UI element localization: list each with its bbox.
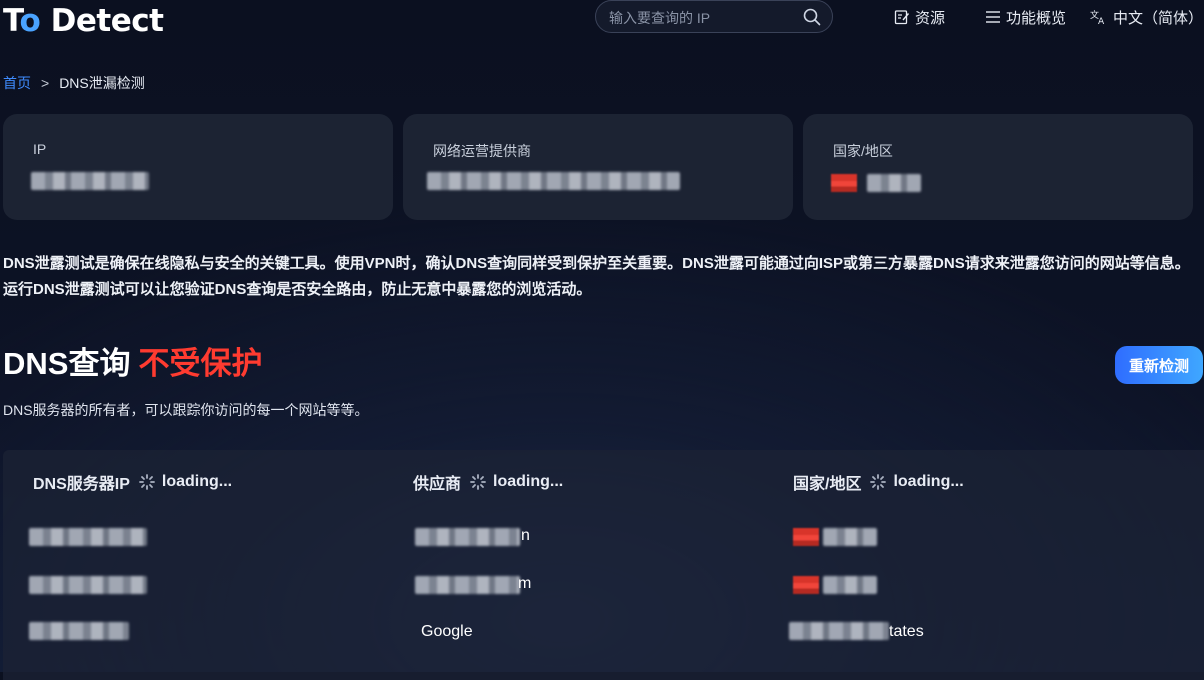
logo-text-o: o bbox=[19, 3, 41, 39]
ip-search-box bbox=[595, 0, 833, 33]
ip-search-input[interactable] bbox=[607, 7, 801, 29]
column-label: 供应商 bbox=[413, 476, 462, 493]
dns-ip-redacted bbox=[29, 576, 147, 594]
column-loading-text: loading... bbox=[493, 473, 564, 490]
country-redacted bbox=[823, 576, 877, 594]
dns-ip-redacted bbox=[29, 528, 147, 546]
country-card-label: 国家/地区 bbox=[833, 143, 893, 159]
edit-document-icon bbox=[894, 10, 910, 25]
menu-lines-icon bbox=[986, 11, 1000, 23]
country-redacted bbox=[823, 528, 877, 546]
status-verdict: 不受保护 bbox=[138, 346, 263, 381]
country-redacted bbox=[789, 622, 889, 640]
country-value-redacted bbox=[867, 174, 921, 192]
language-switcher[interactable]: 文 A 中文（简体） bbox=[1090, 6, 1203, 28]
provider-redacted bbox=[415, 576, 520, 594]
provider-text: n bbox=[521, 527, 530, 544]
column-loading-text: loading... bbox=[161, 473, 233, 490]
isp-value-redacted bbox=[427, 172, 680, 190]
search-icon[interactable] bbox=[803, 8, 821, 26]
nav-features[interactable]: 功能概览 bbox=[985, 6, 1066, 28]
status-subtitle: DNS服务器的所有者，可以跟踪你访问的每一个网站等等。 bbox=[3, 402, 369, 418]
column-header-provider: 供应商 loading... bbox=[413, 470, 563, 494]
isp-card: 网络运营提供商 bbox=[403, 114, 793, 220]
breadcrumb-home-link[interactable]: 首页 bbox=[3, 73, 31, 93]
svg-text:A: A bbox=[1098, 17, 1105, 25]
loading-spinner-icon bbox=[870, 474, 887, 490]
language-label: 中文（简体） bbox=[1113, 9, 1204, 27]
provider-text: m bbox=[518, 575, 532, 592]
country-text: tates bbox=[889, 623, 924, 640]
dns-status-title: DNS查询 不受保护 bbox=[3, 343, 262, 385]
ip-value-redacted bbox=[31, 172, 149, 190]
logo-text-t: T bbox=[3, 3, 20, 39]
column-label: DNS服务器IP bbox=[33, 476, 130, 493]
loading-spinner-icon bbox=[470, 474, 486, 490]
column-header-dns-server-ip: DNS服务器IP loading... bbox=[33, 470, 232, 494]
status-prefix: DNS查询 bbox=[3, 346, 131, 381]
retest-button[interactable]: 重新检测 bbox=[1115, 346, 1203, 384]
country-flag-icon bbox=[793, 576, 819, 594]
breadcrumb-current: DNS泄漏检测 bbox=[59, 75, 145, 91]
logo-text-detect: Detect bbox=[40, 3, 164, 39]
breadcrumb: 首页 > DNS泄漏检测 bbox=[3, 73, 145, 93]
translate-icon: 文 A bbox=[1090, 9, 1105, 25]
column-loading-text: loading... bbox=[893, 473, 964, 490]
country-flag-icon bbox=[831, 174, 857, 192]
country-flag-icon bbox=[793, 528, 819, 546]
ip-card: IP bbox=[3, 114, 393, 220]
dns-leak-description: DNS泄露测试是确保在线隐私与安全的关键工具。使用VPN时，确认DNS查询同样受… bbox=[3, 255, 1190, 298]
country-card: 国家/地区 bbox=[803, 114, 1193, 220]
breadcrumb-separator: > bbox=[41, 75, 50, 91]
nav-features-label: 功能概览 bbox=[1006, 9, 1067, 27]
nav-resources-label: 资源 bbox=[915, 9, 946, 27]
nav-resources[interactable]: 资源 bbox=[894, 6, 945, 28]
ip-card-label: IP bbox=[33, 141, 47, 157]
loading-spinner-icon bbox=[139, 474, 155, 490]
column-header-country: 国家/地区 loading... bbox=[793, 470, 964, 494]
column-label: 国家/地区 bbox=[793, 476, 862, 493]
provider-redacted bbox=[415, 528, 520, 546]
dns-ip-redacted bbox=[29, 622, 129, 640]
isp-card-label: 网络运营提供商 bbox=[433, 143, 531, 159]
dns-server-table: DNS服务器IP loading... 供应商 loading... 国家/地区 bbox=[3, 450, 1204, 680]
logo[interactable]: To Detect bbox=[3, 2, 164, 40]
provider-text: Google bbox=[421, 623, 473, 640]
